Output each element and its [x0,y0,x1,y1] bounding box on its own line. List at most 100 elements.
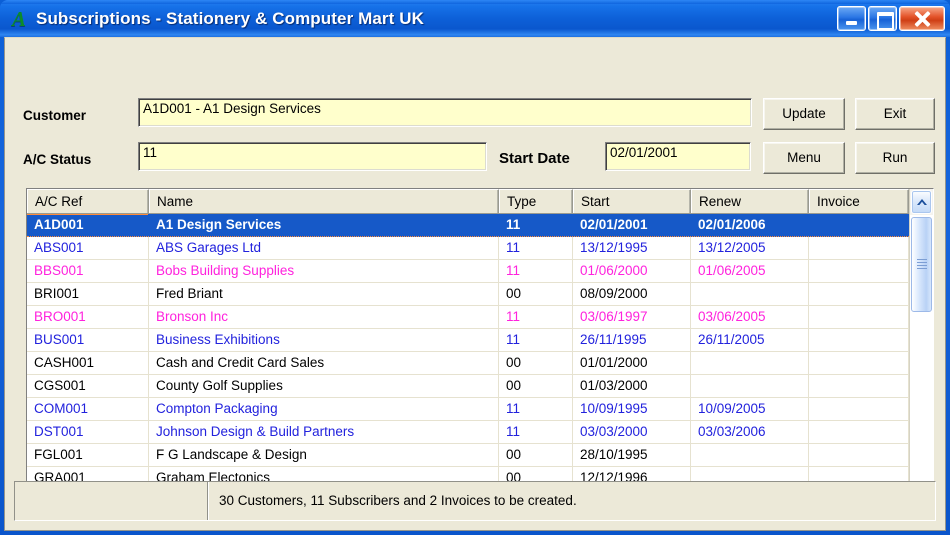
table-cell-name: A1 Design Services [156,217,282,232]
grid-main: A/C Ref Name Type Start Renew Invoice A1D001 A… [27,189,909,516]
grid-column-header[interactable]: Invoice [809,189,909,213]
grid-column-header[interactable]: Start [573,189,691,213]
table-row[interactable]: BBS001 Bobs Building Supplies 11 01/06/2000… [27,260,909,283]
table-cell-name: F G Landscape & Design [149,444,499,466]
minimize-button[interactable] [837,6,866,31]
table-cell-start: 10/09/1995 [573,398,691,420]
table-cell-ref: COM001 [27,398,149,420]
scrollbar-track[interactable] [910,215,933,490]
grid-body: A1D001 A1 Design Services 11 02/01/2001 02/0… [27,214,909,516]
table-row[interactable]: FGL001 F G Landscape & Design 00 28/10/1995 [27,444,909,467]
table-cell-name: ABS Garages Ltd [149,237,499,259]
table-cell-ref: FGL001 [27,444,149,466]
table-row[interactable]: A1D001 A1 Design Services 11 02/01/2001 02/0… [27,214,909,237]
table-cell-renew: 03/06/2005 [691,306,809,328]
grid-column-header[interactable]: A/C Ref [27,189,149,213]
table-row[interactable]: CGS001 County Golf Supplies 00 01/03/2000 [27,375,909,398]
table-cell-invoice [809,329,909,351]
table-cell-type: 11 [499,237,573,259]
table-row[interactable]: ABS001 ABS Garages Ltd 11 13/12/1995 13/12/2… [27,237,909,260]
table-cell-name: Bobs Building Supplies [149,260,499,282]
table-cell-type: 00 [499,352,573,374]
table-row[interactable]: CASH001 Cash and Credit Card Sales 00 01/01… [27,352,909,375]
table-cell-name: Johnson Design & Build Partners [149,421,499,443]
table-cell-invoice [809,375,909,397]
table-cell-ref: CGS001 [27,375,149,397]
table-cell-start: 03/03/2000 [573,421,691,443]
table-cell-type: 00 [499,375,573,397]
scrollbar-thumb[interactable] [911,217,932,312]
table-cell-type: 11 [499,260,573,282]
table-cell-start: 01/01/2000 [573,352,691,374]
table-cell-ref: A1D001 [27,214,149,236]
menu-button[interactable]: Menu [763,142,845,174]
table-cell-invoice [809,444,909,466]
update-button[interactable]: Update [763,98,845,130]
run-button[interactable]: Run [855,142,935,174]
ac-status-label: A/C Status [23,152,92,167]
table-row[interactable]: COM001 Compton Packaging 11 10/09/1995 10/09… [27,398,909,421]
table-cell-start: 26/11/1995 [573,329,691,351]
table-cell-type: 11 [506,217,521,232]
table-row[interactable]: BUS001 Business Exhibitions 11 26/11/1995 26… [27,329,909,352]
table-cell-renew [691,375,809,397]
table-cell-start: 28/10/1995 [573,444,691,466]
table-cell-invoice [809,214,909,236]
table-cell-ref: CASH001 [27,352,149,374]
start-date-input[interactable]: 02/01/2001 [605,142,751,171]
table-cell-type: 00 [499,444,573,466]
table-cell-ref: BUS001 [27,329,149,351]
table-cell-invoice [809,421,909,443]
close-button[interactable] [899,6,945,31]
table-cell-type: 11 [499,421,573,443]
grid-column-header[interactable]: Type [499,189,573,213]
grid-header-row: A/C Ref Name Type Start Renew Invoice [27,189,909,214]
table-cell-name: Compton Packaging [149,398,499,420]
table-cell-renew: 13/12/2005 [691,237,809,259]
grid-column-header[interactable]: Name [149,189,499,213]
table-cell-start: 01/06/2000 [573,260,691,282]
table-cell-ref: DST001 [27,421,149,443]
maximize-button[interactable] [868,6,897,31]
ac-status-input[interactable]: 11 [138,142,487,171]
table-cell-renew: 01/06/2005 [691,260,809,282]
form-area: Customer A1D001 - A1 Design Services A/C… [5,38,945,174]
table-cell-name: Business Exhibitions [149,329,499,351]
status-bar: 30 Customers, 11 Subscribers and 2 Invoi… [14,481,936,521]
start-date-label: Start Date [499,150,570,167]
table-cell-invoice [809,283,909,305]
table-cell-renew: 10/09/2005 [691,398,809,420]
table-cell-name: County Golf Supplies [149,375,499,397]
table-cell-invoice [809,237,909,259]
table-cell-renew: 03/03/2006 [691,421,809,443]
window-title: Subscriptions - Stationery & Computer Ma… [36,8,424,28]
table-cell-renew: 02/01/2006 [698,217,766,232]
table-row[interactable]: DST001 Johnson Design & Build Partners 11 0… [27,421,909,444]
application-window: A Subscriptions - Stationery & Computer … [0,0,950,535]
table-cell-invoice [809,260,909,282]
title-bar[interactable]: A Subscriptions - Stationery & Computer … [0,0,950,37]
table-cell-renew: 26/11/2005 [691,329,809,351]
table-row[interactable]: BRO001 Bronson Inc 11 03/06/1997 03/06/2005 [27,306,909,329]
table-cell-name: Fred Briant [149,283,499,305]
table-cell-type: 00 [499,283,573,305]
scroll-up-icon[interactable] [911,190,932,214]
grid-column-header[interactable]: Renew [691,189,809,213]
table-cell-renew [691,283,809,305]
table-cell-start: 01/03/2000 [573,375,691,397]
customer-input[interactable]: A1D001 - A1 Design Services [138,98,752,127]
table-cell-invoice [809,352,909,374]
table-cell-start: 02/01/2001 [580,217,648,232]
table-cell-invoice [809,306,909,328]
exit-button[interactable]: Exit [855,98,935,130]
customer-label: Customer [23,108,87,123]
table-cell-renew [691,444,809,466]
table-row[interactable]: BRI001 Fred Briant 00 08/09/2000 [27,283,909,306]
table-cell-type: 11 [499,306,573,328]
table-cell-ref: BBS001 [27,260,149,282]
table-cell-ref: BRI001 [27,283,149,305]
table-cell-type: 11 [499,398,573,420]
vertical-scrollbar[interactable] [909,189,933,516]
status-left-pane [15,482,207,520]
client-area: Customer A1D001 - A1 Design Services A/C… [4,37,946,531]
